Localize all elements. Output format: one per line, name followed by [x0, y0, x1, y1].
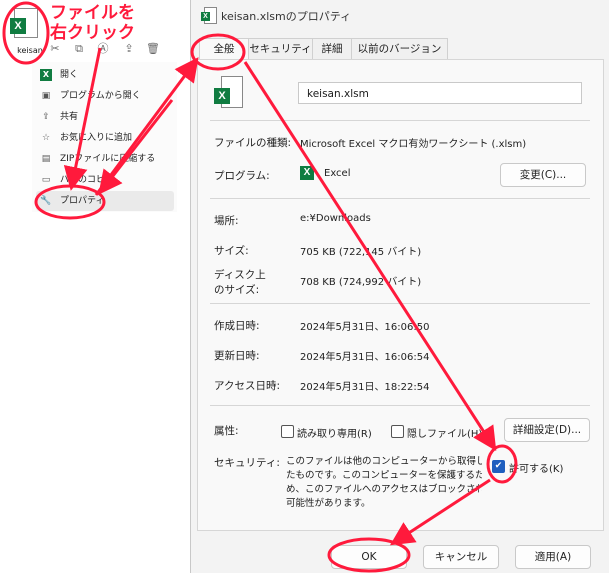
tab-details[interactable]: 詳細	[312, 38, 352, 60]
divider	[210, 120, 590, 121]
divider	[210, 198, 590, 199]
created-label: 作成日時:	[214, 320, 260, 332]
disk-size-label-2: のサイズ:	[214, 284, 260, 296]
wrench-icon: 🔧	[40, 196, 52, 206]
explorer-pane: X keisan ✂ ⧉ Ⓐ ⇪ 🗑 X 開く ▣ プログラムから開く ⇪ 共有…	[0, 0, 190, 573]
menu-item-share[interactable]: ⇪ 共有	[36, 107, 174, 127]
ok-button[interactable]: OK	[331, 545, 407, 569]
share-icon[interactable]: ⇪	[122, 42, 136, 56]
accessed-label: アクセス日時:	[214, 380, 281, 392]
modified-label: 更新日時:	[214, 350, 260, 362]
menu-item-add-favorite[interactable]: ☆ お気に入りに追加	[36, 128, 174, 148]
location-label: 場所:	[214, 215, 239, 227]
menu-item-copy-path[interactable]: ▭ パスのコピー	[36, 170, 174, 190]
share-icon: ⇪	[42, 112, 50, 122]
disk-size-value: 708 KB (724,992 バイト)	[300, 277, 422, 288]
disk-size-label-1: ディスク上	[214, 269, 266, 281]
program-label: プログラム:	[214, 170, 270, 182]
size-label: サイズ:	[214, 245, 249, 257]
file-type-value: Microsoft Excel マクロ有効ワークシート (.xlsm)	[300, 139, 527, 150]
size-value: 705 KB (722,145 バイト)	[300, 247, 422, 258]
general-panel: X keisan.xlsm ファイルの種類: Microsoft Excel マ…	[197, 59, 604, 531]
location-value: e:¥Downloads	[300, 213, 371, 224]
program-value: Excel	[324, 168, 351, 179]
excel-icon: X	[300, 166, 316, 182]
allow-label: 許可する(K)	[509, 464, 564, 475]
security-message: このファイルは他のコンピューターから取得し たものです。このコンピューターを保護…	[286, 456, 482, 509]
menu-item-compress-zip[interactable]: ▤ ZIPファイルに圧縮する	[36, 149, 174, 169]
change-button[interactable]: 変更(C)...	[500, 163, 586, 187]
menu-item-properties[interactable]: 🔧 プロパティ	[36, 191, 174, 211]
divider	[210, 405, 590, 406]
file-type-label: ファイルの種類:	[214, 137, 292, 149]
file-name-input[interactable]: keisan.xlsm	[298, 82, 582, 104]
hidden-checkbox[interactable]	[391, 425, 404, 438]
path-copy-icon: ▭	[41, 175, 51, 185]
file-item[interactable]: X keisan	[8, 6, 44, 56]
excel-icon: X	[40, 69, 52, 81]
tab-general[interactable]: 全般	[199, 38, 249, 61]
excel-file-icon: X	[201, 7, 217, 24]
security-label: セキュリティ:	[214, 457, 280, 469]
zip-icon: ▤	[41, 154, 51, 164]
rename-icon[interactable]: Ⓐ	[96, 42, 110, 56]
copy-icon[interactable]: ⧉	[72, 42, 86, 56]
divider	[210, 303, 590, 304]
hidden-label: 隠しファイル(H)	[407, 429, 483, 440]
tab-previous-versions[interactable]: 以前のバージョン	[351, 38, 448, 60]
excel-file-icon: X	[214, 76, 244, 110]
tab-strip: 全般 セキュリティ 詳細 以前のバージョン	[191, 38, 609, 61]
annotation-text: ファイルを 右クリック	[50, 3, 135, 43]
cancel-button[interactable]: キャンセル	[423, 545, 499, 569]
accessed-value: 2024年5月31日、18:22:54	[300, 382, 430, 393]
readonly-label: 読み取り専用(R)	[297, 429, 372, 440]
modified-value: 2024年5月31日、16:06:54	[300, 352, 430, 363]
allow-checkbox[interactable]: ✔	[492, 460, 505, 473]
cut-icon[interactable]: ✂	[48, 42, 62, 56]
properties-dialog: X keisan.xlsmのプロパティ 全般 セキュリティ 詳細 以前のバージョ…	[190, 0, 609, 573]
delete-icon[interactable]: 🗑	[146, 42, 160, 56]
star-icon: ☆	[41, 133, 51, 143]
menu-item-open-with[interactable]: ▣ プログラムから開く	[36, 86, 174, 106]
context-menu: X 開く ▣ プログラムから開く ⇪ 共有 ☆ お気に入りに追加 ▤ ZIPファ…	[32, 62, 177, 212]
attributes-label: 属性:	[214, 425, 239, 437]
readonly-checkbox[interactable]	[281, 425, 294, 438]
advanced-button[interactable]: 詳細設定(D)...	[504, 418, 590, 442]
dialog-title: keisan.xlsmのプロパティ	[221, 10, 352, 23]
tab-security[interactable]: セキュリティ	[248, 38, 313, 60]
title-bar: X keisan.xlsmのプロパティ	[191, 0, 609, 30]
open-with-icon: ▣	[41, 91, 51, 101]
menu-item-open[interactable]: X 開く	[36, 65, 174, 85]
created-value: 2024年5月31日、16:06:50	[300, 322, 430, 333]
context-toolbar: ✂ ⧉ Ⓐ ⇪ 🗑	[40, 42, 175, 58]
apply-button[interactable]: 適用(A)	[515, 545, 591, 569]
